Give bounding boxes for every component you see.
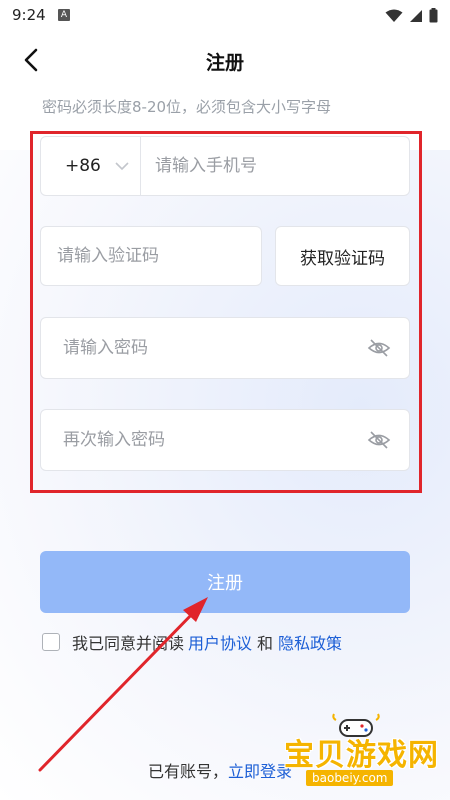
watermark-url: baobeiy.com <box>306 770 394 786</box>
watermark-title: 宝贝游戏网 <box>284 738 439 773</box>
nav-bar: 注册 <box>0 32 450 88</box>
country-code-select[interactable]: +86 <box>41 137 141 195</box>
password-field <box>40 317 410 379</box>
eye-off-icon[interactable] <box>367 336 391 360</box>
verify-code-input[interactable] <box>41 227 290 285</box>
password-hint: 密码必须长度8-20位，必须包含大小写字母 <box>42 98 332 116</box>
agree-checkbox[interactable] <box>42 633 60 651</box>
user-agreement-link[interactable]: 用户协议 <box>188 630 252 654</box>
country-code-value: +86 <box>65 156 101 176</box>
register-button[interactable]: 注册 <box>40 551 410 613</box>
phone-input[interactable] <box>141 137 409 195</box>
agreement-and-text: 和 <box>257 634 274 653</box>
eye-off-icon[interactable] <box>367 428 391 452</box>
signal-icon <box>410 9 422 22</box>
battery-icon <box>429 8 438 23</box>
verify-code-field <box>40 226 290 286</box>
wifi-icon <box>385 9 403 22</box>
get-code-button[interactable]: 获取验证码 <box>275 226 410 286</box>
privacy-policy-link[interactable]: 隐私政策 <box>278 630 342 654</box>
login-prompt: 已有账号， <box>148 762 229 781</box>
status-icons <box>385 8 438 23</box>
page-title: 注册 <box>205 52 244 74</box>
login-row: 已有账号，立即登录 <box>148 758 292 782</box>
status-time: 9:24 <box>12 6 46 24</box>
agreement-text: 我已同意并阅读 <box>72 634 185 653</box>
chevron-down-icon <box>115 162 129 171</box>
agreement-row: 我已同意并阅读 用户协议 和 隐私政策 <box>42 630 342 654</box>
phone-field: +86 <box>40 136 410 196</box>
confirm-password-input[interactable] <box>41 410 367 470</box>
password-input[interactable] <box>41 318 367 378</box>
watermark-logo: 宝贝游戏网 baobeiy.com <box>278 712 450 800</box>
notification-a-icon: A <box>58 9 70 21</box>
confirm-password-field <box>40 409 410 471</box>
status-bar: 9:24 A <box>0 0 450 32</box>
